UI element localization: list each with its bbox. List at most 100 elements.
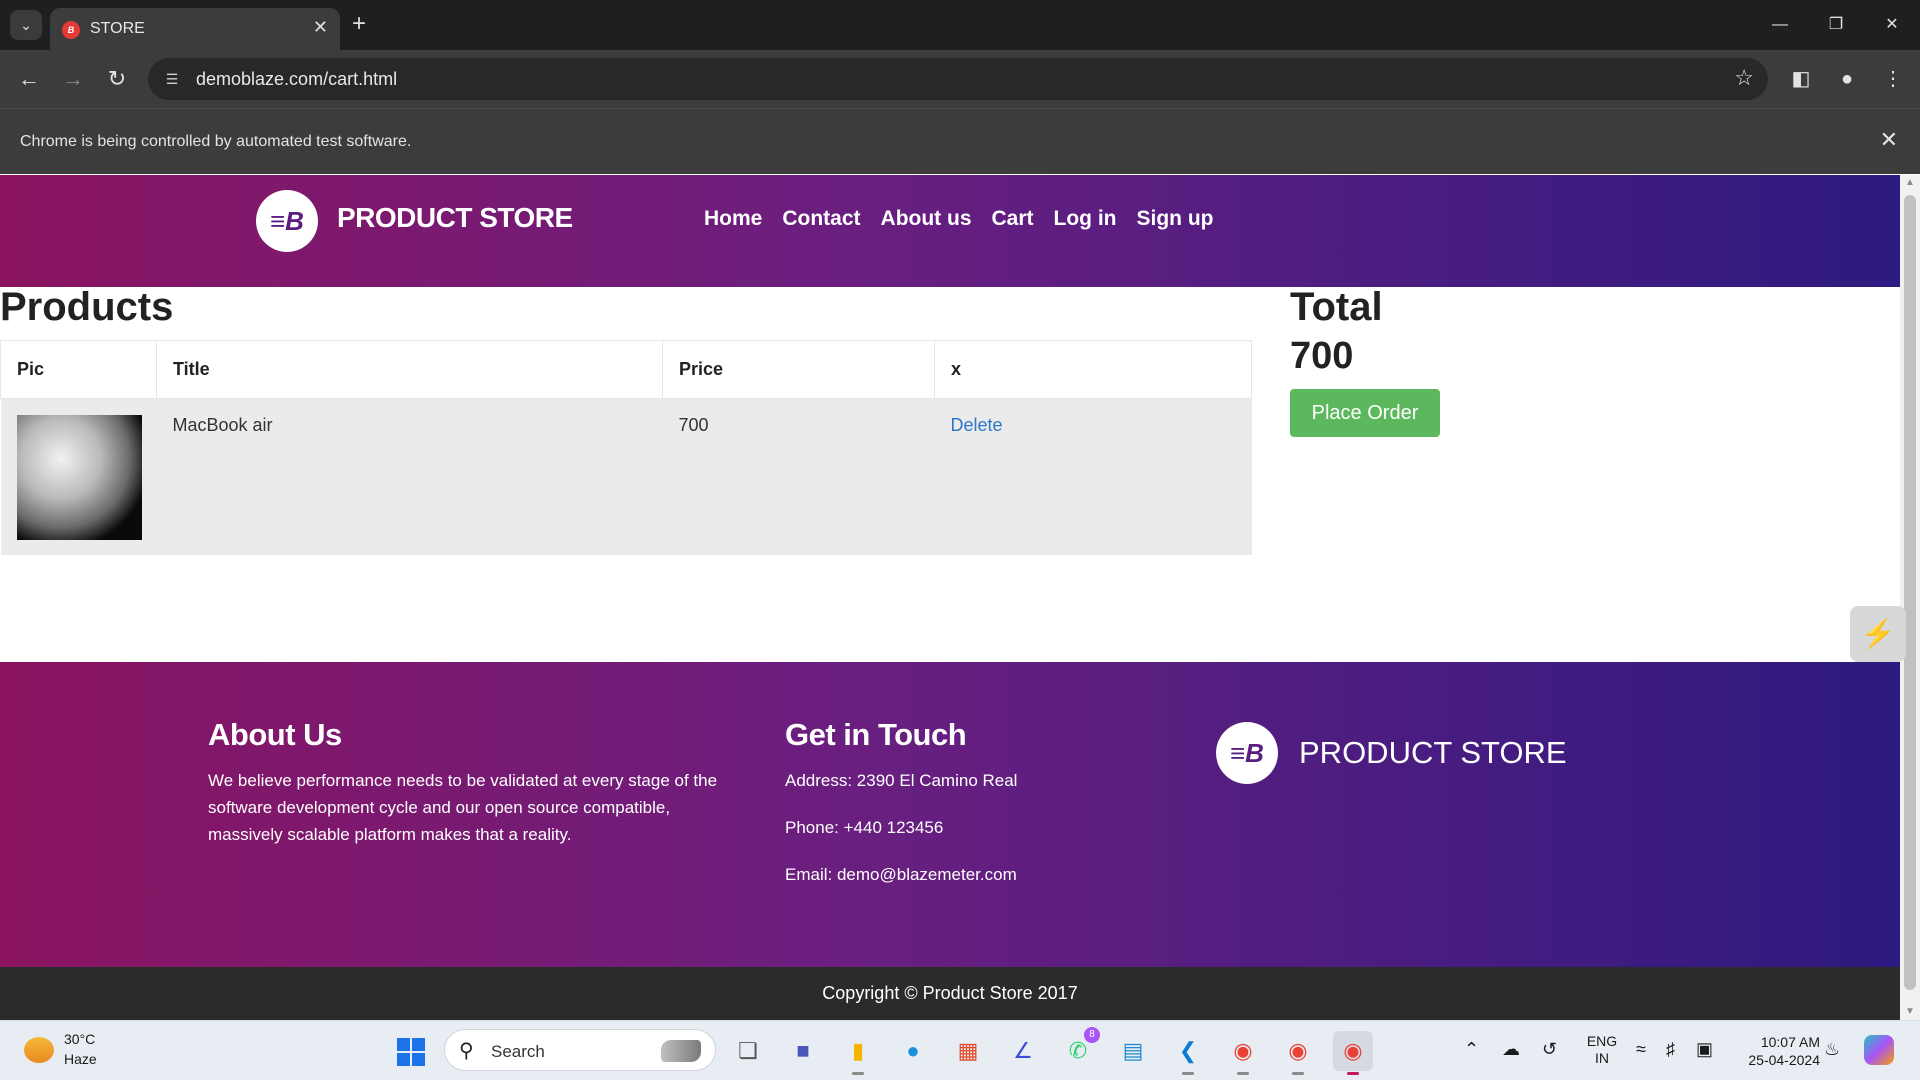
main-nav: Home Contact About us Cart Log in Sign u… xyxy=(704,207,1214,231)
search-icon: ⚲ xyxy=(459,1040,474,1062)
weather-icon[interactable] xyxy=(24,1037,54,1063)
restore-icon[interactable]: ❐ xyxy=(1808,0,1864,50)
plus-icon[interactable]: + xyxy=(352,10,366,38)
speaker-muted-icon[interactable]: ♯ xyxy=(1666,1039,1675,1060)
browser-tab-bar: ⌄ B STORE ✕ + — ❐ ✕ xyxy=(0,0,1920,50)
nav-log-in[interactable]: Log in xyxy=(1054,207,1117,231)
browser-tab[interactable]: B STORE ✕ xyxy=(50,8,340,50)
chrome-profile-2-icon[interactable]: ◉ xyxy=(1278,1031,1318,1075)
whatsapp-icon[interactable]: ✆ 8 xyxy=(1058,1027,1100,1071)
scroll-up-icon[interactable]: ▲ xyxy=(1900,175,1920,191)
delete-link[interactable]: Delete xyxy=(951,415,1003,435)
close-window-icon[interactable]: ✕ xyxy=(1864,0,1920,50)
browser-toolbar: ← → ↻ ☰ demoblaze.com/cart.html ☆ ◧ ● ⋮ xyxy=(0,50,1920,108)
cart-table: Pic Title Price x MacBook air 700 Delete xyxy=(0,340,1252,555)
column-header-title: Title xyxy=(156,340,663,399)
page-viewport: ≡B PRODUCT STORE Home Contact About us C… xyxy=(0,175,1900,1020)
arrow-right-icon[interactable]: → xyxy=(58,64,88,94)
search-highlight-icon xyxy=(661,1040,701,1062)
column-header-price: Price xyxy=(662,340,935,399)
footer-contact-heading: Get in Touch xyxy=(785,717,967,752)
lightning-icon[interactable]: ⚡ xyxy=(1850,606,1906,662)
close-icon[interactable]: ✕ xyxy=(313,17,328,38)
nav-contact[interactable]: Contact xyxy=(782,207,860,231)
automation-infobar: Chrome is being controlled by automated … xyxy=(0,108,1920,174)
copilot-icon[interactable] xyxy=(1864,1035,1894,1065)
taskbar-search[interactable]: ⚲ Search xyxy=(444,1029,716,1071)
brand-name[interactable]: PRODUCT STORE xyxy=(337,202,573,234)
total-heading: Total xyxy=(1290,285,1383,329)
chevron-up-icon[interactable]: ⌃ xyxy=(1464,1039,1479,1060)
math-app-icon[interactable]: ∠ xyxy=(1003,1031,1043,1071)
footer-email: Email: demo@blazemeter.com xyxy=(785,865,1017,884)
weather-temperature[interactable]: 30°C xyxy=(64,1031,95,1047)
footer-about-text: We believe performance needs to be valid… xyxy=(208,771,718,844)
bell-icon[interactable]: ♨ xyxy=(1824,1039,1840,1060)
language-code: ENG xyxy=(1586,1033,1618,1049)
arrow-left-icon[interactable]: ← xyxy=(14,64,44,94)
copyright-bar: Copyright © Product Store 2017 xyxy=(0,967,1900,1020)
wifi-icon[interactable]: ≈ xyxy=(1636,1039,1646,1060)
nav-home[interactable]: Home xyxy=(704,207,762,231)
scroll-down-icon[interactable]: ▼ xyxy=(1900,1004,1920,1020)
star-icon[interactable]: ☆ xyxy=(1734,65,1754,91)
site-info-icon[interactable]: ☰ xyxy=(162,69,182,89)
footer-phone: Phone: +440 123456 xyxy=(785,818,944,837)
footer-contact: Get in Touch Address: 2390 El Camino Rea… xyxy=(785,717,1145,908)
scroll-thumb[interactable] xyxy=(1904,195,1916,990)
side-panel-icon[interactable]: ◧ xyxy=(1786,64,1816,94)
tab-title: STORE xyxy=(90,20,145,37)
nav-cart[interactable]: Cart xyxy=(992,207,1034,231)
windows-start-icon[interactable] xyxy=(397,1038,425,1066)
edge-icon[interactable]: ● xyxy=(893,1031,933,1071)
sync-icon[interactable]: ↺ xyxy=(1542,1039,1557,1060)
reload-icon[interactable]: ↻ xyxy=(102,64,132,94)
chrome-profile-1-icon[interactable]: ◉ xyxy=(1223,1031,1263,1075)
url-text[interactable]: demoblaze.com/cart.html xyxy=(196,69,397,90)
windows-taskbar: 30°C Haze ⚲ Search ❏ ■ ▮ ● ▦ ∠ ✆ 8 ▤ ❮ ◉ … xyxy=(0,1020,1920,1080)
footer-brand: PRODUCT STORE xyxy=(1299,735,1567,770)
cell-pic xyxy=(0,398,157,555)
brand-logo-icon[interactable]: ≡B xyxy=(256,190,318,252)
close-icon[interactable]: ✕ xyxy=(1880,127,1898,153)
favicon-icon: B xyxy=(62,21,80,39)
vscode-icon[interactable]: ❮ xyxy=(1168,1031,1208,1075)
onedrive-icon[interactable]: ☁ xyxy=(1502,1039,1520,1060)
column-header-x: x xyxy=(934,340,1252,399)
more-menu-icon[interactable]: ⋮ xyxy=(1878,64,1908,94)
task-view-icon[interactable]: ❏ xyxy=(728,1031,768,1071)
copyright-text: Copyright © Product Store 2017 xyxy=(822,983,1078,1003)
minimize-icon[interactable]: — xyxy=(1752,0,1808,50)
clock-date: 25-04-2024 xyxy=(1748,1052,1820,1068)
file-explorer-icon[interactable]: ▮ xyxy=(838,1031,878,1075)
address-bar[interactable]: ☰ demoblaze.com/cart.html ☆ xyxy=(148,58,1768,100)
total-value: 700 xyxy=(1290,335,1354,377)
battery-icon[interactable]: ▣ xyxy=(1696,1039,1713,1060)
site-footer: About Us We believe performance needs to… xyxy=(0,662,1900,967)
column-header-pic: Pic xyxy=(0,340,157,399)
weather-description[interactable]: Haze xyxy=(64,1051,97,1067)
clock-time: 10:07 AM xyxy=(1760,1034,1820,1050)
chrome-active-icon[interactable]: ◉ xyxy=(1333,1031,1373,1075)
site-header: ≡B PRODUCT STORE Home Contact About us C… xyxy=(0,175,1900,287)
chevron-down-icon[interactable]: ⌄ xyxy=(10,10,42,40)
footer-address: Address: 2390 El Camino Real xyxy=(785,771,1018,790)
table-row: MacBook air 700 Delete xyxy=(0,398,1252,555)
system-clock[interactable]: 10:07 AM 25-04-2024 xyxy=(1734,1033,1820,1069)
teams-icon[interactable]: ■ xyxy=(783,1031,823,1071)
nav-about-us[interactable]: About us xyxy=(881,207,972,231)
cell-price: 700 xyxy=(662,398,935,555)
cell-title: MacBook air xyxy=(156,398,663,555)
product-image xyxy=(16,415,142,540)
language-indicator[interactable]: ENG IN xyxy=(1584,1033,1620,1067)
products-heading: Products xyxy=(0,285,174,329)
page-scrollbar[interactable]: ▲ ▼ xyxy=(1900,175,1920,1020)
nav-sign-up[interactable]: Sign up xyxy=(1137,207,1214,231)
search-label: Search xyxy=(491,1042,545,1061)
microsoft-store-icon[interactable]: ▦ xyxy=(948,1031,988,1071)
cell-action: Delete xyxy=(934,398,1252,555)
notepad-icon[interactable]: ▤ xyxy=(1113,1031,1153,1071)
place-order-button[interactable]: Place Order xyxy=(1290,389,1440,437)
person-icon[interactable]: ● xyxy=(1832,64,1862,94)
window-controls: — ❐ ✕ xyxy=(1752,0,1920,50)
